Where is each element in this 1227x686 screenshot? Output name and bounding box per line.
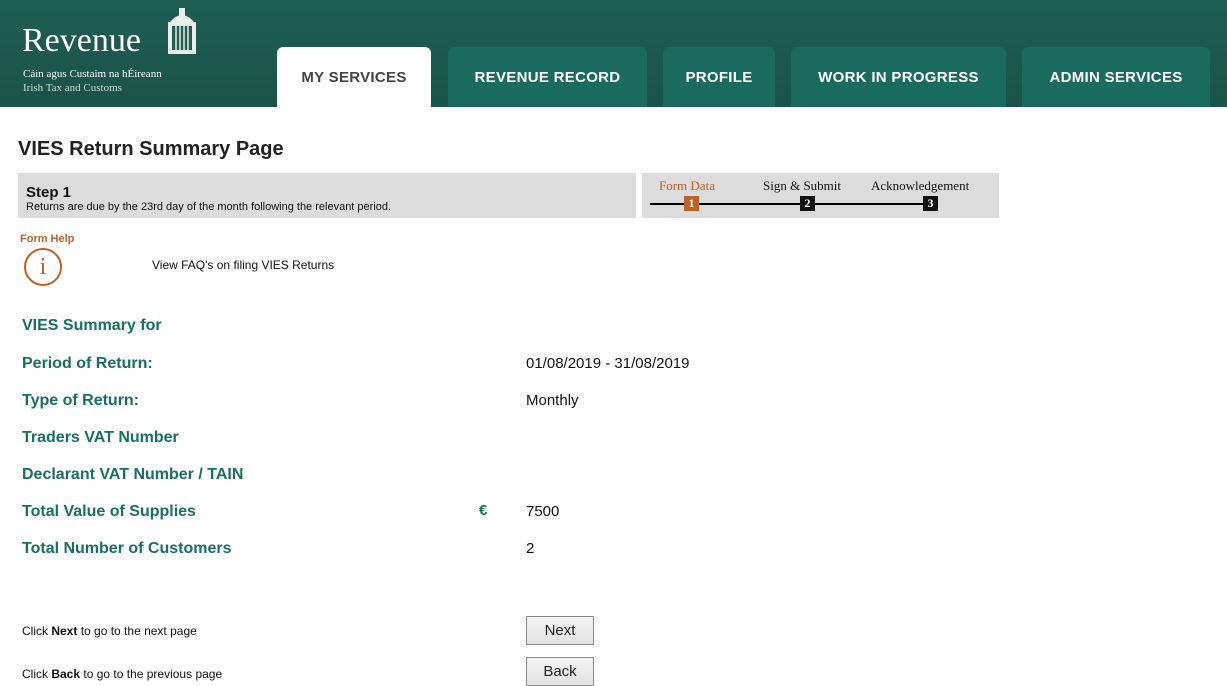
progress-line bbox=[650, 203, 684, 205]
step-description: Returns are due by the 23rd day of the m… bbox=[26, 201, 392, 213]
declarant-vat-label: Declarant VAT Number / TAIN bbox=[22, 466, 244, 483]
tab-admin-services[interactable]: ADMIN SERVICES bbox=[1022, 47, 1210, 107]
next-instruction: Click Next to go to the next page bbox=[22, 624, 197, 638]
instruction-suffix: to go to the next page bbox=[77, 624, 197, 638]
tab-label: WORK IN PROGRESS bbox=[818, 68, 979, 86]
tab-my-services[interactable]: MY SERVICES bbox=[277, 47, 431, 127]
instruction-keyword: Back bbox=[51, 667, 81, 681]
info-icon[interactable]: i bbox=[24, 248, 62, 286]
type-label: Type of Return: bbox=[22, 392, 140, 409]
euro-symbol: € bbox=[479, 502, 488, 519]
tab-profile[interactable]: PROFILE bbox=[663, 47, 775, 107]
back-button[interactable]: Back bbox=[526, 657, 594, 686]
instruction-prefix: Click bbox=[22, 667, 52, 681]
tab-label: MY SERVICES bbox=[301, 68, 407, 86]
tab-revenue-record[interactable]: REVENUE RECORD bbox=[448, 47, 647, 107]
logo-subtitle-irish: Cáin agus Custaim na hÉireann bbox=[23, 68, 162, 80]
revenue-logo[interactable]: Revenue Cáin agus Custaim na hÉireann Ir… bbox=[22, 8, 242, 98]
top-header: Revenue Cáin agus Custaim na hÉireann Ir… bbox=[0, 0, 1227, 127]
progress-step-number: 2 bbox=[800, 196, 815, 211]
tab-work-in-progress[interactable]: WORK IN PROGRESS bbox=[791, 47, 1006, 107]
type-value: Monthly bbox=[526, 392, 579, 409]
step-title: Step 1 bbox=[26, 184, 72, 201]
summary-heading: VIES Summary for bbox=[22, 317, 162, 334]
harp-icon bbox=[168, 8, 196, 54]
logo-subtitle-english: Irish Tax and Customs bbox=[23, 82, 122, 94]
progress-step-label: Sign & Submit bbox=[763, 178, 842, 193]
step-bar: Step 1 Returns are due by the 23rd day o… bbox=[18, 173, 636, 218]
logo-wordmark: Revenue bbox=[22, 22, 141, 59]
faq-link[interactable]: View FAQ's on filing VIES Returns bbox=[152, 258, 334, 272]
traders-vat-label: Traders VAT Number bbox=[22, 429, 179, 446]
tab-label: PROFILE bbox=[685, 68, 753, 86]
next-button[interactable]: Next bbox=[526, 616, 594, 645]
period-value: 01/08/2019 - 31/08/2019 bbox=[526, 355, 690, 372]
form-help-label: Form Help bbox=[20, 233, 75, 245]
instruction-prefix: Click bbox=[22, 624, 52, 638]
tab-label: REVENUE RECORD bbox=[474, 68, 621, 86]
progress-step-label: Form Data bbox=[659, 178, 715, 193]
back-instruction: Click Back to go to the previous page bbox=[22, 667, 222, 681]
customers-value: 2 bbox=[526, 540, 535, 557]
customers-label: Total Number of Customers bbox=[22, 540, 232, 557]
instruction-keyword: Next bbox=[51, 624, 78, 638]
progress-line bbox=[699, 203, 800, 205]
progress-step-label: Acknowledgement bbox=[871, 178, 970, 193]
tab-label: ADMIN SERVICES bbox=[1049, 68, 1183, 86]
progress-step-number: 1 bbox=[684, 196, 699, 211]
period-label: Period of Return: bbox=[22, 355, 153, 372]
page-title: VIES Return Summary Page bbox=[18, 138, 284, 160]
total-value: 7500 bbox=[526, 503, 560, 520]
total-value-label: Total Value of Supplies bbox=[22, 503, 196, 520]
progress-indicator: Form Data Sign & Submit Acknowledgement … bbox=[642, 173, 999, 218]
progress-line bbox=[815, 203, 923, 205]
progress-step-number: 3 bbox=[923, 196, 938, 211]
instruction-suffix: to go to the previous page bbox=[80, 667, 223, 681]
